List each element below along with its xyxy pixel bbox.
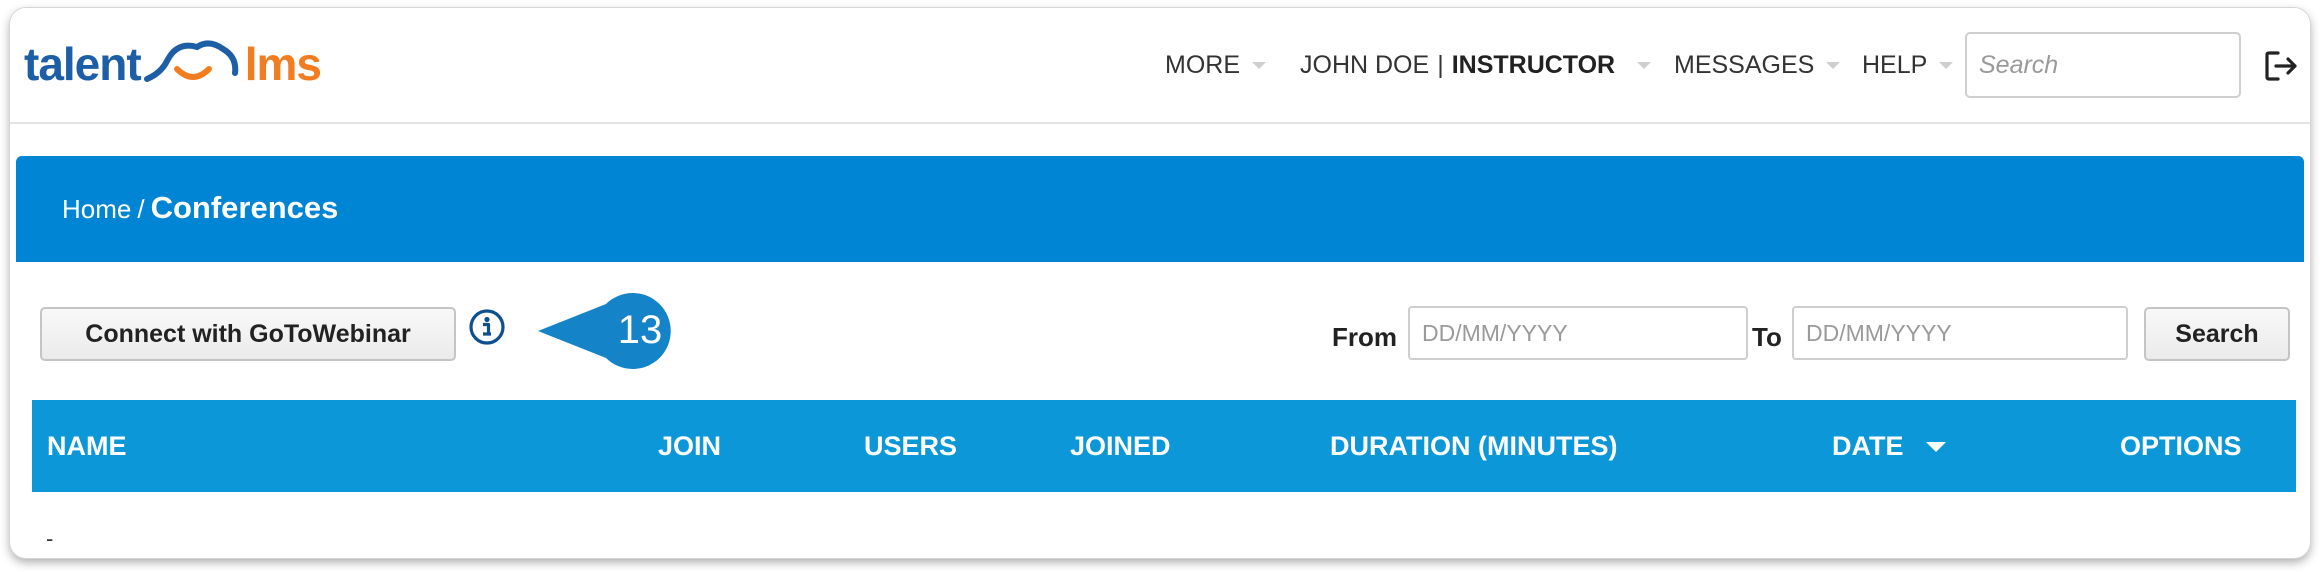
column-header-date[interactable]: DATE xyxy=(1832,431,1946,462)
user-name: JOHN DOE xyxy=(1300,50,1430,79)
nav-more-label: MORE xyxy=(1165,50,1240,79)
column-header-options: OPTIONS xyxy=(2120,431,2242,461)
from-label: From xyxy=(1332,322,1397,352)
info-icon[interactable] xyxy=(468,308,506,346)
column-header-duration[interactable]: DURATION (MINUTES) xyxy=(1330,431,1617,462)
column-header-date-label: DATE xyxy=(1832,431,1904,461)
caret-down-icon xyxy=(1637,61,1652,69)
callout-number: 13 xyxy=(617,308,663,352)
nav-messages-menu[interactable]: MESSAGES xyxy=(1674,42,1841,88)
nav-messages-label: MESSAGES xyxy=(1674,50,1815,79)
logo-text-lms: lms xyxy=(244,38,322,90)
logout-icon[interactable] xyxy=(2263,48,2299,84)
search-button[interactable]: Search xyxy=(2144,307,2290,361)
breadcrumb-home-link[interactable]: Home xyxy=(62,194,131,225)
column-header-name[interactable]: NAME xyxy=(47,431,127,462)
page-title: Conferences xyxy=(150,190,339,225)
caret-down-icon xyxy=(1826,61,1841,69)
user-role: INSTRUCTOR xyxy=(1451,50,1616,79)
column-header-users[interactable]: USERS xyxy=(864,431,957,462)
caret-down-icon xyxy=(1939,61,1954,69)
column-header-join[interactable]: JOIN xyxy=(658,431,721,462)
nav-more-menu[interactable]: MORE xyxy=(1165,42,1266,88)
step-callout: 13 xyxy=(538,290,684,372)
global-search-input[interactable] xyxy=(1965,32,2241,98)
cloud-smile-icon xyxy=(143,40,238,82)
column-header-joined[interactable]: JOINED xyxy=(1070,431,1171,462)
caret-down-icon xyxy=(1252,61,1266,69)
nav-help-label: HELP xyxy=(1862,50,1928,79)
from-date-input[interactable] xyxy=(1408,306,1748,360)
nav-user-menu[interactable]: JOHN DOE | INSTRUCTOR xyxy=(1300,42,1652,88)
to-date-input[interactable] xyxy=(1792,306,2128,360)
table-header: NAME JOIN USERS JOINED DURATION (MINUTES… xyxy=(32,400,2296,492)
talentlms-logo[interactable]: talent lms xyxy=(24,34,322,94)
to-label: To xyxy=(1752,322,1782,352)
logo-text-talent: talent xyxy=(24,38,142,90)
sort-descending-icon xyxy=(1925,441,1946,452)
breadcrumb-separator: / xyxy=(137,194,145,224)
page-header: Home / Conferences xyxy=(16,156,2304,262)
app-window: talent lms MORE JOHN DOE | INSTRUCTOR ME… xyxy=(10,8,2310,558)
empty-table-row: - xyxy=(46,526,54,551)
connect-gotowebinar-button[interactable]: Connect with GoToWebinar xyxy=(40,307,456,361)
nav-help-menu[interactable]: HELP xyxy=(1862,42,1954,88)
breadcrumb: Home / Conferences xyxy=(62,190,338,226)
top-navigation-bar: talent lms MORE JOHN DOE | INSTRUCTOR ME… xyxy=(10,8,2310,124)
user-separator: | xyxy=(1437,50,1444,79)
